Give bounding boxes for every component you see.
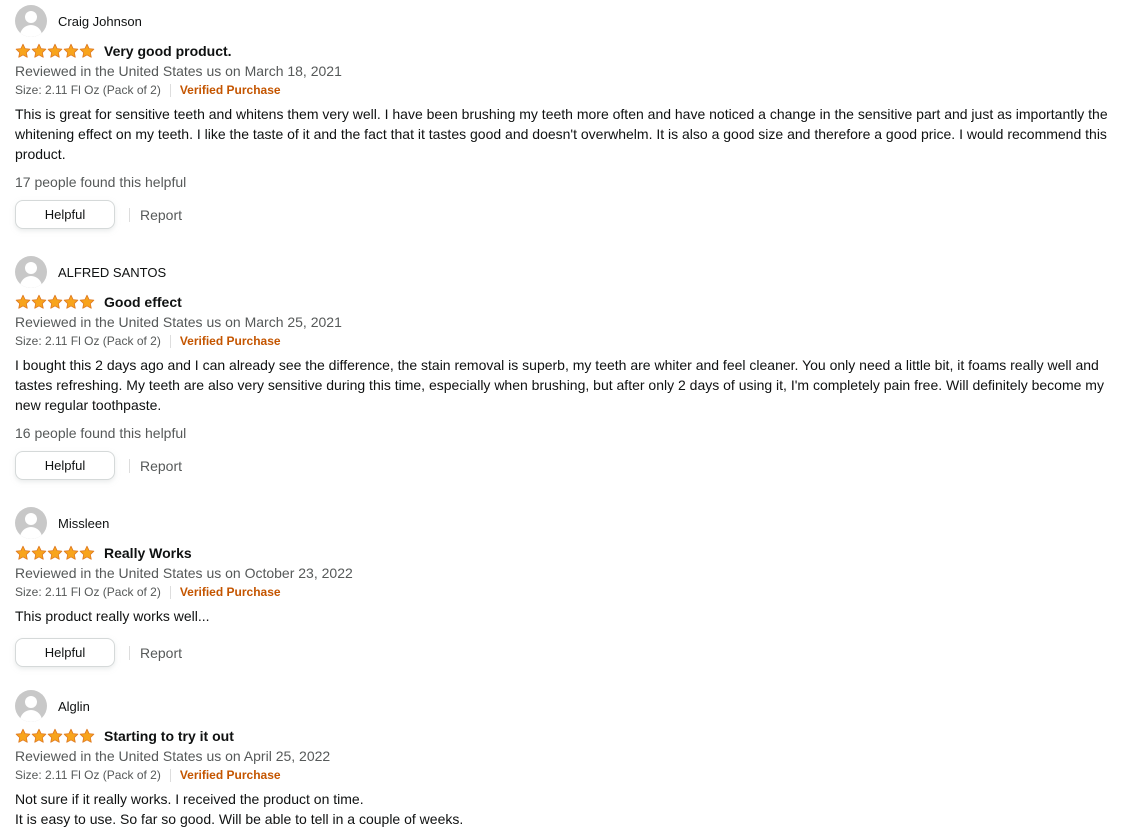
star-rating[interactable] (15, 728, 95, 744)
star-icon (15, 728, 31, 743)
star-icon (31, 545, 47, 560)
report-link[interactable]: Report (140, 645, 182, 661)
helpful-count: 16 people found this helpful (15, 425, 187, 441)
star-icon (63, 728, 79, 743)
star-icon (63, 294, 79, 309)
verified-purchase-badge: Verified Purchase (179, 334, 281, 348)
star-icon (47, 43, 63, 58)
star-icon (63, 43, 79, 58)
review-date: Reviewed in the United States us on Marc… (15, 63, 342, 79)
star-icon (47, 728, 63, 743)
review-body-line: It is easy to use. So far so good. Will … (15, 811, 464, 827)
divider (129, 645, 130, 660)
star-icon (47, 545, 63, 560)
product-size-variant: Size: 2.11 Fl Oz (Pack of 2) (15, 585, 161, 599)
helpful-button[interactable]: Helpful (15, 451, 115, 480)
report-link[interactable]: Report (140, 207, 182, 223)
review-date: Reviewed in the United States us on Octo… (15, 565, 353, 581)
star-icon (31, 728, 47, 743)
avatar-icon (15, 507, 47, 539)
verified-purchase-badge: Verified Purchase (179, 83, 281, 97)
star-rating[interactable] (15, 545, 95, 561)
reviews-list: Craig Johnson Very good product. Reviewe… (0, 0, 1134, 839)
divider (129, 207, 130, 222)
reviewer-profile[interactable]: Missleen (15, 507, 1130, 539)
review-card: Craig Johnson Very good product. Reviewe… (15, 5, 1130, 229)
review-date: Reviewed in the United States us on Marc… (15, 314, 342, 330)
star-icon (79, 728, 95, 743)
avatar-icon (15, 690, 47, 722)
star-rating[interactable] (15, 294, 95, 310)
review-title[interactable]: Really Works (104, 545, 192, 561)
helpful-count: 17 people found this helpful (15, 174, 187, 190)
reviewer-profile[interactable]: Craig Johnson (15, 5, 1130, 37)
star-icon (47, 294, 63, 309)
star-icon (31, 294, 47, 309)
reviewer-profile[interactable]: Alglin (15, 690, 1130, 722)
helpful-button[interactable]: Helpful (15, 200, 115, 229)
review-card: ALFRED SANTOS Good effect Reviewed in th… (15, 256, 1130, 480)
review-title[interactable]: Starting to try it out (104, 728, 234, 744)
review-body-line: Not sure if it really works. I received … (15, 791, 364, 807)
divider (169, 585, 171, 599)
review-body: This product really works well... (15, 606, 1130, 626)
review-body-line: This product really works well... (15, 608, 210, 624)
reviewer-name: Alglin (58, 698, 90, 714)
star-icon (63, 545, 79, 560)
verified-purchase-badge: Verified Purchase (179, 585, 281, 599)
reviewer-name: Missleen (58, 515, 110, 531)
review-date: Reviewed in the United States us on Apri… (15, 748, 331, 764)
divider (169, 334, 171, 348)
divider (169, 768, 171, 782)
star-icon (15, 294, 31, 309)
review-body-line: I bought this 2 days ago and I can alrea… (15, 357, 1104, 413)
review-body: Not sure if it really works. I received … (15, 789, 1130, 829)
divider (129, 458, 130, 473)
divider (169, 83, 171, 97)
review-title[interactable]: Good effect (104, 294, 182, 310)
review-card: Missleen Really Works Reviewed in the Un… (15, 507, 1130, 667)
report-link[interactable]: Report (140, 458, 182, 474)
star-icon (79, 294, 95, 309)
reviewer-profile[interactable]: ALFRED SANTOS (15, 256, 1130, 288)
star-icon (79, 43, 95, 58)
reviewer-name: ALFRED SANTOS (58, 264, 167, 280)
product-size-variant: Size: 2.11 Fl Oz (Pack of 2) (15, 768, 161, 782)
review-body: This is great for sensitive teeth and wh… (15, 104, 1130, 164)
verified-purchase-badge: Verified Purchase (179, 768, 281, 782)
helpful-button[interactable]: Helpful (15, 638, 115, 667)
star-icon (79, 545, 95, 560)
star-icon (15, 43, 31, 58)
product-size-variant: Size: 2.11 Fl Oz (Pack of 2) (15, 334, 161, 348)
avatar-icon (15, 5, 47, 37)
product-size-variant: Size: 2.11 Fl Oz (Pack of 2) (15, 83, 161, 97)
star-icon (31, 43, 47, 58)
star-icon (15, 545, 31, 560)
review-body-line: This is great for sensitive teeth and wh… (15, 106, 1108, 162)
review-body: I bought this 2 days ago and I can alrea… (15, 355, 1130, 415)
avatar-icon (15, 256, 47, 288)
review-card: Alglin Starting to try it out Reviewed i… (15, 690, 1130, 829)
reviewer-name: Craig Johnson (58, 13, 142, 29)
review-title[interactable]: Very good product. (104, 43, 232, 59)
star-rating[interactable] (15, 43, 95, 59)
